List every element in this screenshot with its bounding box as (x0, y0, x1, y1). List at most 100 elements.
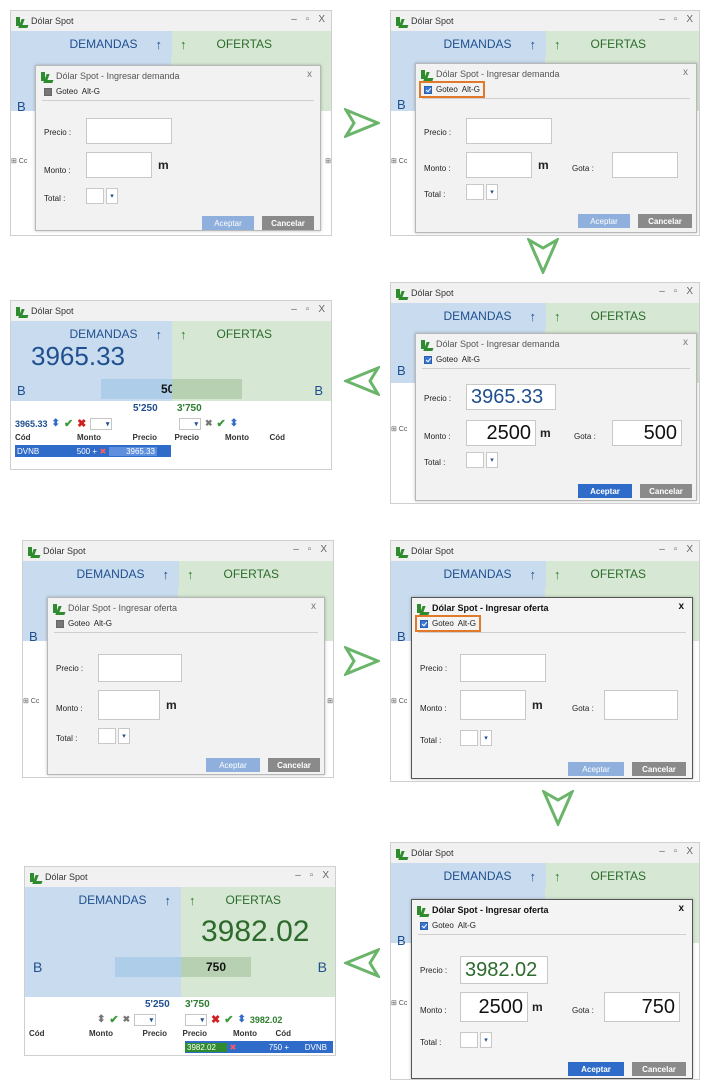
sort-up-icon[interactable]: ↑ (180, 37, 187, 52)
updown-icon[interactable]: ⬍ (97, 1014, 105, 1025)
sort-up-icon[interactable]: ↑ (180, 327, 187, 342)
col-precio[interactable]: Precio (167, 1029, 207, 1038)
total-dropdown[interactable]: ▾ (480, 730, 492, 746)
goteo-checkbox[interactable]: Goteo Alt-G (42, 86, 102, 97)
monto-input[interactable] (98, 690, 160, 720)
minimize-button[interactable]: – (659, 286, 665, 297)
sort-up-icon[interactable]: ↑ (156, 37, 163, 52)
total-input[interactable] (466, 452, 484, 468)
col-cod[interactable]: Cód (257, 1029, 291, 1038)
check-icon[interactable]: ✔ (217, 417, 226, 430)
sort-up-icon[interactable]: ↑ (156, 327, 163, 342)
updown-icon[interactable]: ⬍ (52, 418, 60, 429)
gota-input[interactable]: 750 (604, 992, 680, 1022)
maximize-button[interactable]: ▫ (306, 304, 310, 315)
sort-up-icon[interactable]: ↑ (163, 567, 170, 582)
sort-up-icon[interactable]: ↑ (554, 567, 561, 582)
goteo-checkbox[interactable]: Goteo Alt-G (418, 81, 486, 98)
monto-input[interactable] (86, 152, 152, 178)
cancelar-button[interactable]: Cancelar (640, 484, 692, 498)
precio-input[interactable]: 3965.33 (466, 384, 556, 410)
gota-input[interactable] (604, 690, 678, 720)
ask-dropdown[interactable]: ▾ (179, 417, 201, 430)
total-input[interactable] (86, 188, 104, 204)
close-button[interactable]: X (322, 870, 329, 881)
maximize-button[interactable]: ▫ (674, 286, 678, 297)
close-button[interactable]: X (686, 286, 693, 297)
monto-input[interactable]: 2500 (460, 992, 528, 1022)
sort-up-icon[interactable]: ↑ (187, 567, 194, 582)
dialog-close-button[interactable]: x (311, 601, 316, 612)
maximize-button[interactable]: ▫ (308, 544, 312, 555)
precio-input[interactable] (98, 654, 182, 682)
minimize-button[interactable]: – (293, 544, 299, 555)
aceptar-button[interactable]: Aceptar (578, 484, 632, 498)
col-monto[interactable]: Monto (207, 1029, 257, 1038)
precio-input[interactable] (86, 118, 172, 144)
sort-up-icon[interactable]: ↑ (530, 567, 537, 582)
total-dropdown[interactable]: ▾ (118, 728, 130, 744)
maximize-button[interactable]: ▫ (674, 544, 678, 555)
close-button[interactable]: X (320, 544, 327, 555)
sort-up-icon[interactable]: ↑ (554, 309, 561, 324)
monto-input[interactable]: 2500 (466, 420, 536, 446)
minimize-button[interactable]: – (291, 14, 297, 25)
col-monto[interactable]: Monto (57, 1029, 113, 1038)
dialog-close-button[interactable]: x (683, 67, 688, 78)
precio-input[interactable] (466, 118, 552, 144)
close-button[interactable]: X (318, 304, 325, 315)
row-x-icon[interactable]: ✖ (97, 447, 109, 456)
cancel-x-icon[interactable]: ✖ (123, 1014, 131, 1025)
sort-up-icon[interactable]: ↑ (530, 869, 537, 884)
aceptar-button[interactable]: Aceptar (568, 1062, 624, 1076)
dialog-close-button[interactable]: x (678, 601, 684, 612)
col-monto[interactable]: Monto (199, 433, 249, 442)
col-precio[interactable]: Precio (101, 433, 157, 442)
close-button[interactable]: X (686, 846, 693, 857)
check-icon[interactable]: ✔ (109, 1013, 118, 1026)
aceptar-button[interactable]: Aceptar (206, 758, 260, 772)
dialog-close-button[interactable]: x (678, 903, 684, 914)
sort-up-icon[interactable]: ↑ (554, 37, 561, 52)
table-row[interactable]: 3982.02 ✖ 750 + DVNB (185, 1041, 333, 1053)
total-dropdown[interactable]: ▾ (486, 184, 498, 200)
sort-up-icon[interactable]: ↑ (530, 309, 537, 324)
aceptar-button[interactable]: Aceptar (202, 216, 254, 230)
total-dropdown[interactable]: ▾ (486, 452, 498, 468)
minimize-button[interactable]: – (291, 304, 297, 315)
maximize-button[interactable]: ▫ (674, 846, 678, 857)
close-button[interactable]: X (686, 544, 693, 555)
sort-up-icon[interactable]: ↑ (554, 869, 561, 884)
aceptar-button[interactable]: Aceptar (568, 762, 624, 776)
col-cod[interactable]: Cód (249, 433, 285, 442)
minimize-button[interactable]: – (659, 14, 665, 25)
total-input[interactable] (98, 728, 116, 744)
cancelar-button[interactable]: Cancelar (632, 1062, 686, 1076)
cancelar-button[interactable]: Cancelar (268, 758, 320, 772)
cancel-x-icon[interactable]: ✖ (205, 418, 213, 429)
total-input[interactable] (460, 730, 478, 746)
sort-up-icon[interactable]: ↑ (189, 893, 196, 908)
price-dropdown[interactable]: ▾ (90, 417, 113, 430)
col-precio[interactable]: Precio (113, 1029, 167, 1038)
minimize-button[interactable]: – (295, 870, 301, 881)
goteo-checkbox[interactable]: Goteo Alt-G (414, 615, 482, 632)
total-input[interactable] (460, 1032, 478, 1048)
check-icon[interactable]: ✔ (224, 1013, 233, 1026)
maximize-button[interactable]: ▫ (306, 14, 310, 25)
minimize-button[interactable]: – (659, 544, 665, 555)
col-precio[interactable]: Precio (157, 433, 199, 442)
updown-icon[interactable]: ⬍ (230, 418, 238, 429)
monto-input[interactable] (460, 690, 526, 720)
aceptar-button[interactable]: Aceptar (578, 214, 630, 228)
row-x-icon[interactable]: ✖ (227, 1043, 239, 1052)
maximize-button[interactable]: ▫ (310, 870, 314, 881)
close-button[interactable]: X (686, 14, 693, 25)
col-cod[interactable]: Cód (29, 1029, 57, 1038)
updown-icon[interactable]: ⬍ (237, 1014, 245, 1025)
col-monto[interactable]: Monto (43, 433, 101, 442)
cancelar-button[interactable]: Cancelar (638, 214, 692, 228)
price-dropdown[interactable]: ▾ (134, 1013, 157, 1026)
goteo-checkbox[interactable]: Goteo Alt-G (422, 354, 482, 365)
precio-input[interactable]: 3982.02 (460, 956, 548, 984)
